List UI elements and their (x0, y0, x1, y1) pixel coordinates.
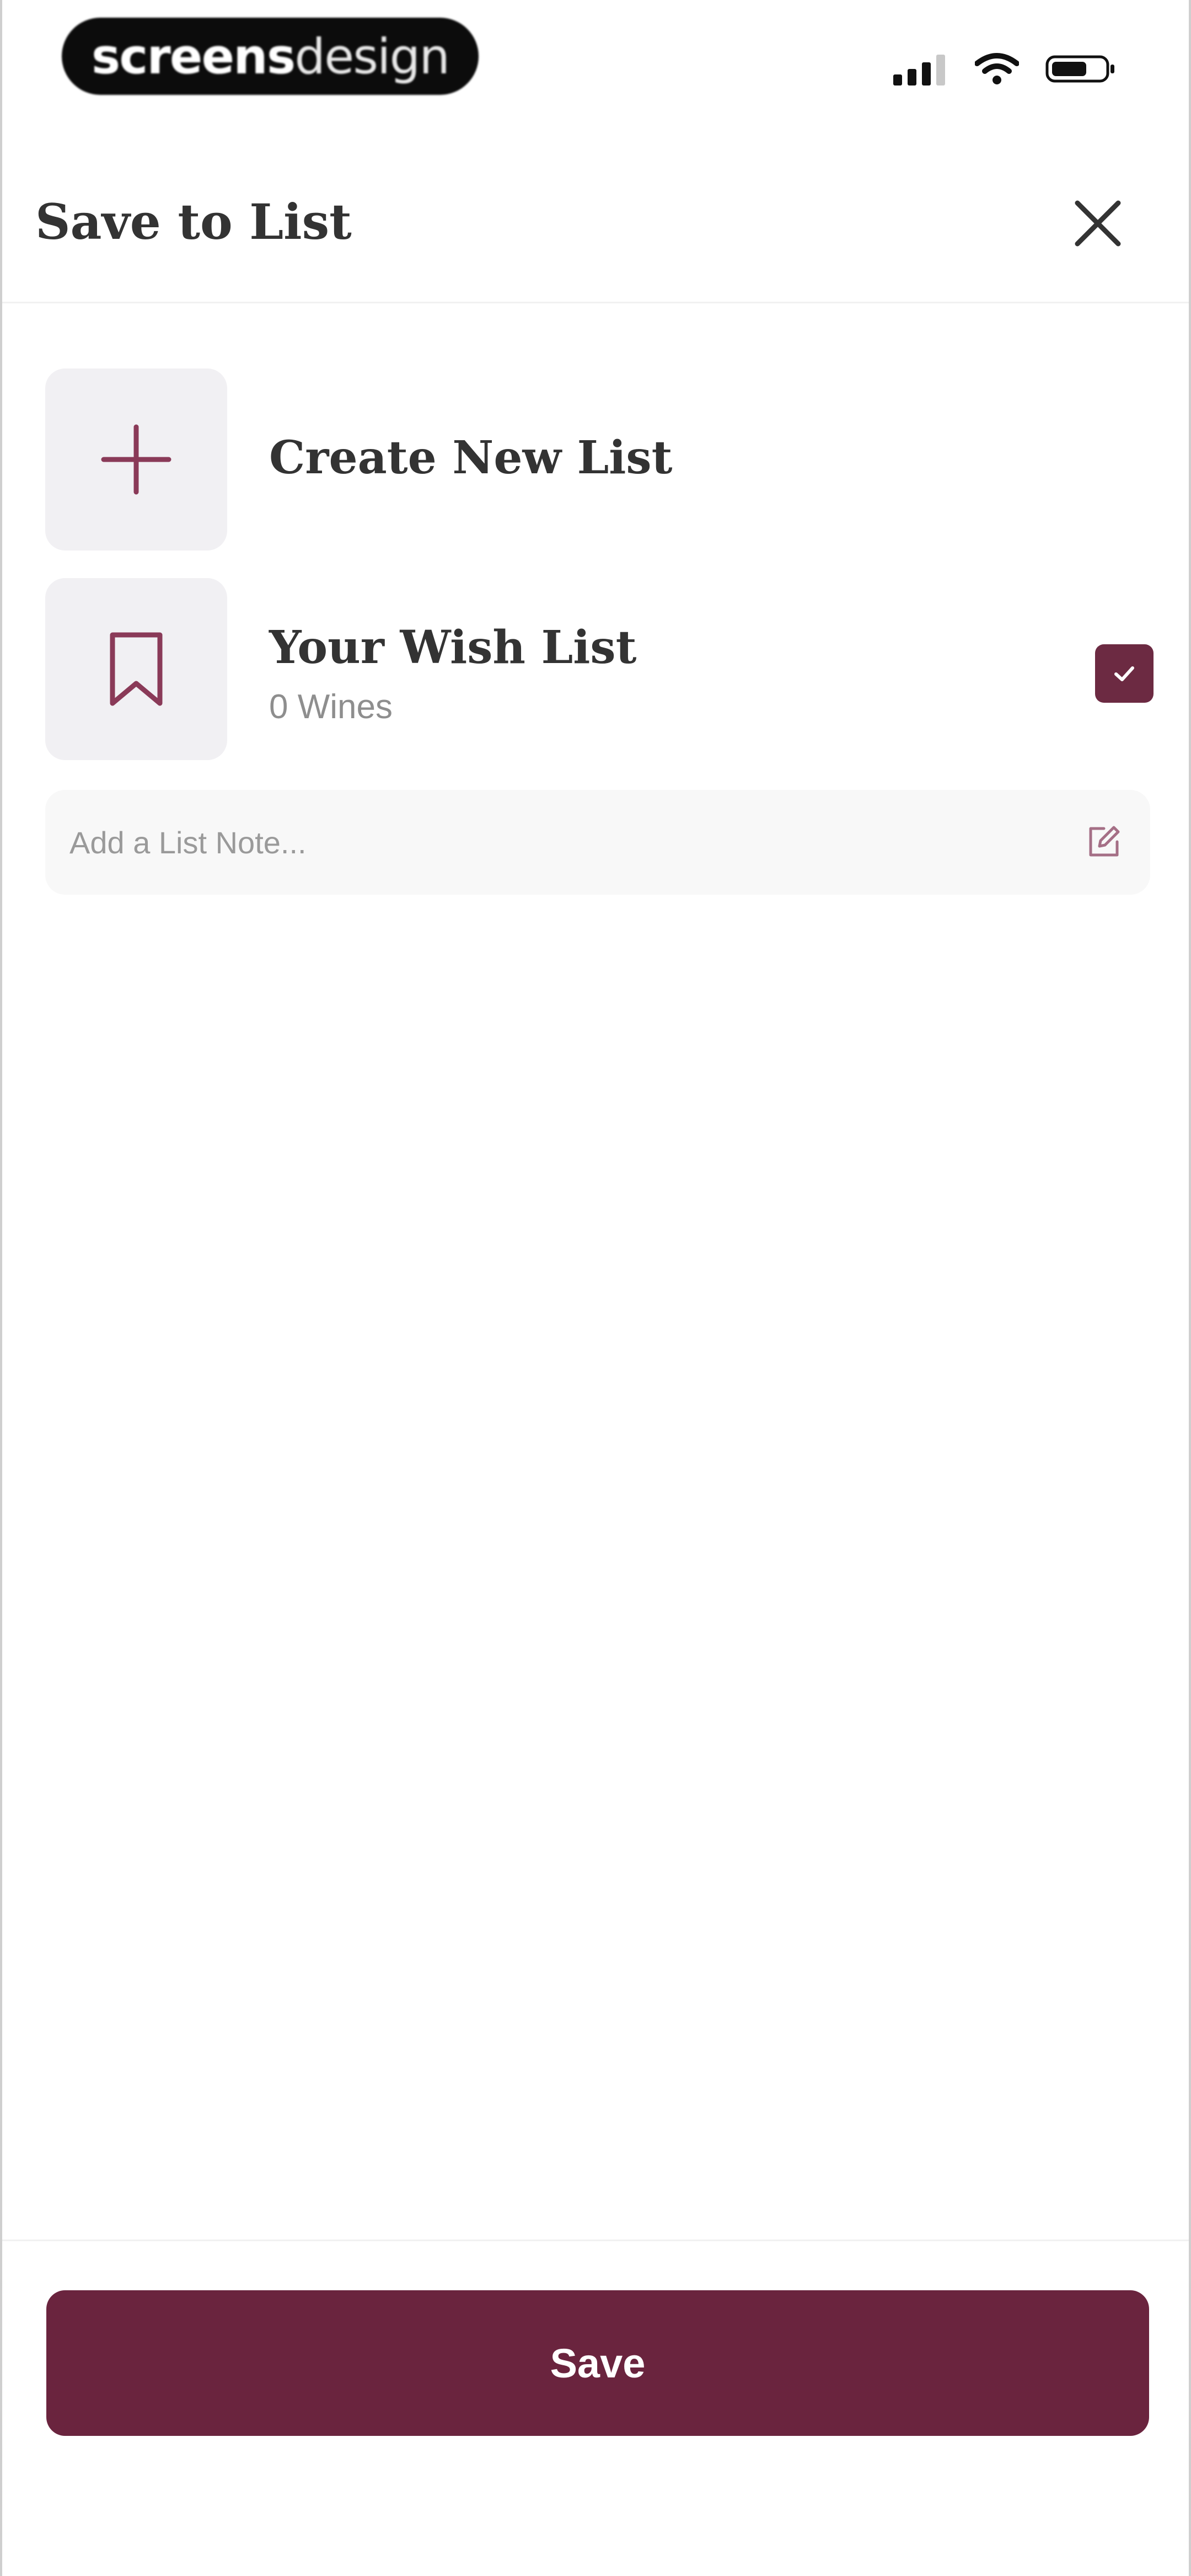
status-icons (893, 50, 1117, 88)
save-to-list-screen: screens design Save to List Create New L… (0, 0, 1191, 2576)
wish-list-count: 0 Wines (269, 688, 393, 726)
sheet-header: Save to List (2, 138, 1189, 303)
checkmark-icon (1114, 666, 1134, 681)
create-list-tile (45, 368, 227, 551)
save-button[interactable]: Save (46, 2290, 1149, 2436)
list-note-input[interactable] (69, 790, 1062, 895)
cellular-signal-icon (893, 55, 945, 85)
brand-logo-light: design (294, 28, 450, 85)
brand-logo-bold: screens (91, 28, 296, 85)
wish-list-checkbox[interactable] (1095, 644, 1154, 703)
wish-list-title: Your Wish List (269, 621, 637, 674)
close-icon (1075, 200, 1121, 247)
plus-icon (101, 424, 171, 495)
wish-list-item[interactable]: Your Wish List 0 Wines (45, 578, 1154, 760)
list-note-field[interactable] (45, 790, 1150, 895)
footer-divider (2, 2240, 1189, 2241)
wish-list-tile (45, 578, 227, 760)
create-new-list-label: Create New List (269, 431, 673, 484)
status-bar: screens design (2, 0, 1189, 138)
close-button[interactable] (1067, 193, 1128, 254)
battery-icon (1045, 55, 1114, 83)
edit-note-icon[interactable] (1084, 823, 1123, 862)
bookmark-icon (110, 632, 163, 706)
wifi-icon (975, 53, 1019, 84)
create-new-list-item[interactable]: Create New List (45, 368, 1150, 551)
brand-logo: screens design (62, 18, 479, 95)
page-title: Save to List (35, 193, 352, 250)
